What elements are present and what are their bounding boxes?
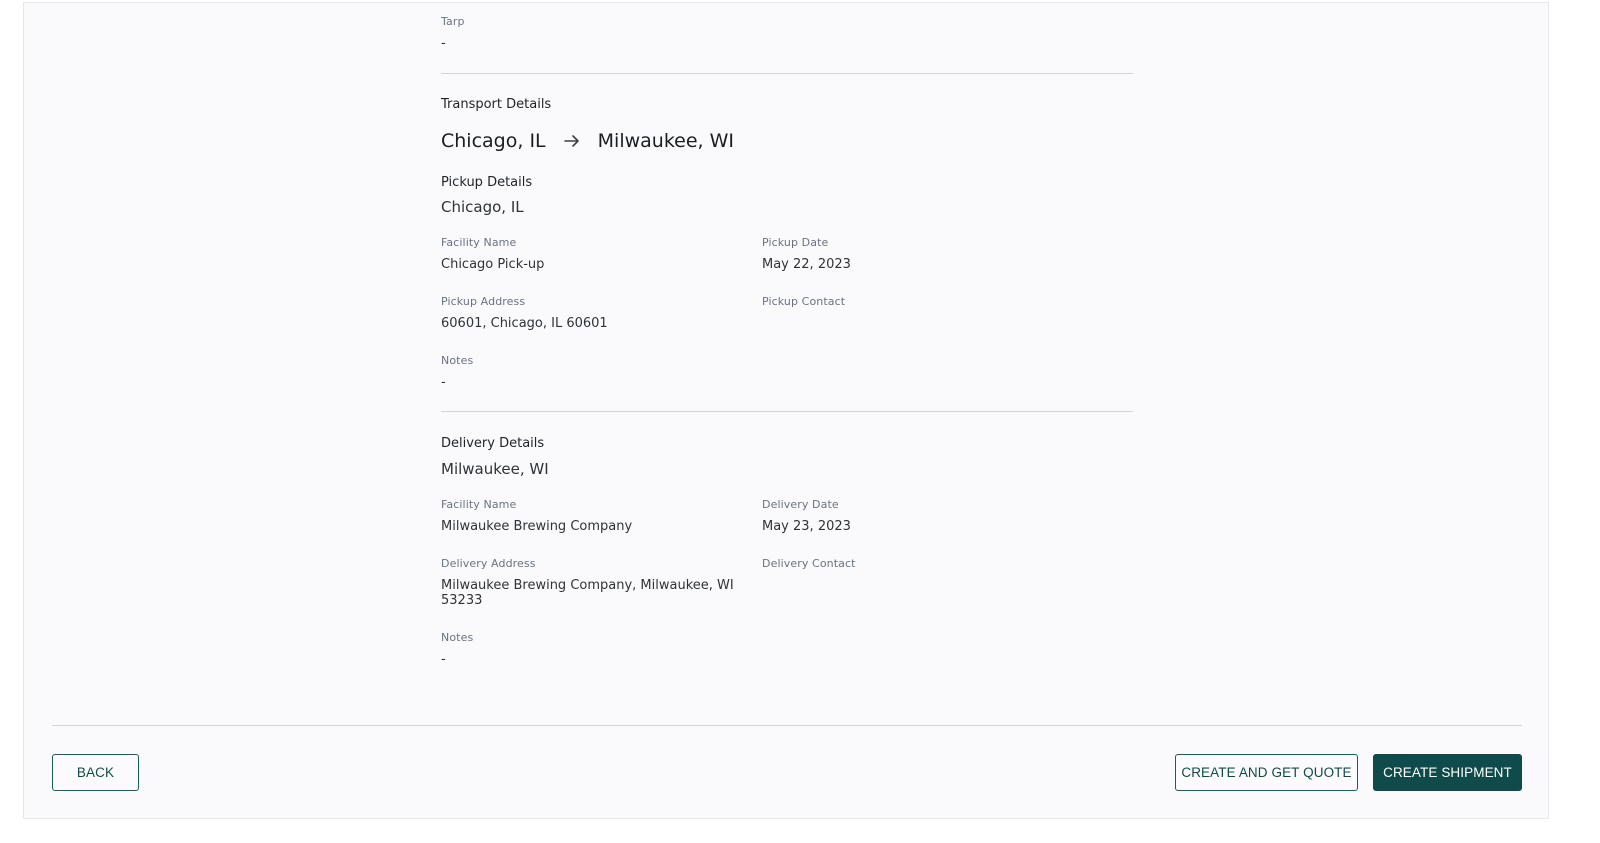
create-shipment-button[interactable]: CREATE SHIPMENT <box>1373 754 1522 791</box>
route-origin: Chicago, IL <box>441 130 546 152</box>
arrow-right-icon <box>546 134 598 148</box>
delivery-address-line2: 53233 <box>441 593 483 608</box>
pickup-notes-label: Notes <box>441 354 474 367</box>
route-destination: Milwaukee, WI <box>597 130 734 152</box>
create-and-get-quote-button[interactable]: CREATE AND GET QUOTE <box>1175 754 1358 791</box>
delivery-notes-label: Notes <box>441 631 474 644</box>
pickup-city: Chicago, IL <box>441 198 524 216</box>
footer-divider <box>52 725 1522 726</box>
pickup-date-value: May 22, 2023 <box>762 257 851 272</box>
delivery-address-line1: Milwaukee Brewing Company, Milwaukee, WI <box>441 578 734 593</box>
pickup-details-title: Pickup Details <box>441 175 533 190</box>
delivery-city: Milwaukee, WI <box>441 460 549 478</box>
shipment-review-panel: Tarp - Transport Details Chicago, IL Mil… <box>23 2 1549 819</box>
delivery-notes-value: - <box>441 652 446 667</box>
pickup-address-value: 60601, Chicago, IL 60601 <box>441 316 608 331</box>
delivery-contact-label: Delivery Contact <box>762 557 856 570</box>
delivery-address-label: Delivery Address <box>441 557 536 570</box>
delivery-details-title: Delivery Details <box>441 436 545 451</box>
pickup-facility-label: Facility Name <box>441 236 517 249</box>
transport-details-title: Transport Details <box>441 97 552 112</box>
tarp-value: - <box>441 36 446 51</box>
pickup-date-label: Pickup Date <box>762 236 829 249</box>
delivery-facility-value: Milwaukee Brewing Company <box>441 519 633 534</box>
tarp-label: Tarp <box>441 15 465 28</box>
section-divider <box>441 411 1133 412</box>
delivery-date-value: May 23, 2023 <box>762 519 851 534</box>
pickup-notes-value: - <box>441 375 446 390</box>
delivery-facility-label: Facility Name <box>441 498 517 511</box>
pickup-address-label: Pickup Address <box>441 295 526 308</box>
delivery-date-label: Delivery Date <box>762 498 839 511</box>
pickup-contact-label: Pickup Contact <box>762 295 846 308</box>
pickup-facility-value: Chicago Pick-up <box>441 257 545 272</box>
route-summary: Chicago, IL Milwaukee, WI <box>441 130 734 152</box>
section-divider <box>441 73 1133 74</box>
back-button[interactable]: BACK <box>52 754 139 791</box>
